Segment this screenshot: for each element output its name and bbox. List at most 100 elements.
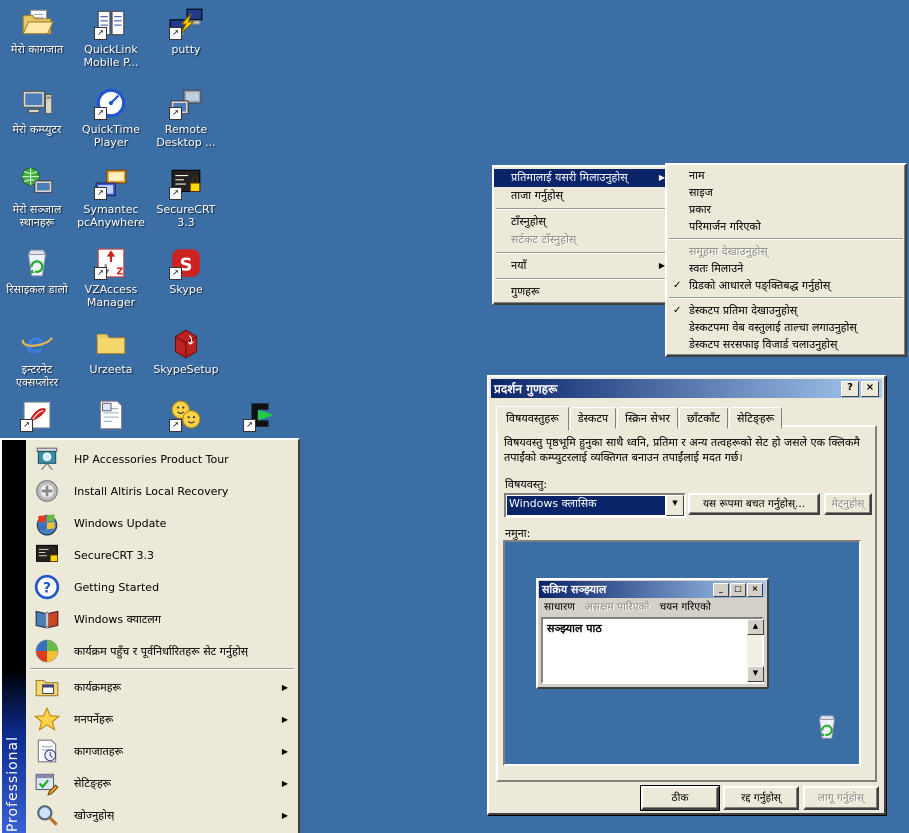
chevron-down-icon[interactable]: ▼ [666, 495, 684, 516]
context-menu-separator [496, 252, 668, 254]
desktop-icon-label: इन्टरनेट एक्सप्लोरर [0, 363, 74, 389]
desktop-icon-label: मेरो सञ्जाल स्थानहरू [0, 203, 74, 229]
desktop-icon-document[interactable] [74, 398, 148, 435]
tab-desktop[interactable]: डेस्कटप [570, 407, 616, 429]
start-menu-banner-text: Professional [5, 736, 21, 832]
start-menu-item-programs[interactable]: कार्यक्रमहरू▶ [28, 671, 296, 703]
desktop-icon-my-computer[interactable]: मेरो कम्प्युटर [0, 86, 74, 136]
desktop-icon-internet-explorer[interactable]: e इन्टरनेट एक्सप्लोरर [0, 326, 74, 389]
save-as-button[interactable]: यस रूपमा बचत गर्नुहोस्... [688, 493, 820, 515]
context-menu-item[interactable]: प्रतिमालाई यसरी मिलाउनुहोस्▶ [494, 169, 670, 187]
start-menu-item-settings[interactable]: सेटिङ्हरू▶ [28, 767, 296, 799]
tab-appearance[interactable]: छाँटकाँट [679, 407, 728, 429]
desktop-icon-acrobat[interactable]: ↗ [0, 398, 74, 435]
scroll-up-icon[interactable]: ▲ [747, 619, 764, 635]
desktop-icon-remote-desktop[interactable]: ↗Remote Desktop ... [149, 86, 223, 149]
getting-started-icon: ? [34, 574, 60, 600]
programs-icon [34, 674, 60, 700]
desktop-icon-skype[interactable]: S↗Skype [149, 246, 223, 296]
context-menu-item[interactable]: ताजा गर्नुहोस् [494, 187, 670, 205]
start-menu-item-windows-update[interactable]: Windows Update [28, 507, 296, 539]
start-menu-item-documents[interactable]: कागजातहरू▶ [28, 735, 296, 767]
context-menu-item[interactable]: गुणहरू [494, 283, 670, 301]
arrange-submenu-item[interactable]: परिमार्जन गरिएको [667, 218, 905, 235]
start-menu-item-securecrt[interactable]: SecureCRT 3.3 [28, 539, 296, 571]
cancel-button[interactable]: रद्द गर्नुहोस् [723, 786, 799, 810]
context-menu-item[interactable]: नयाँ▶ [494, 257, 670, 275]
dialog-titlebar[interactable]: प्रदर्शन गुणहरू ? × [491, 379, 882, 398]
start-menu-item-hp-tour[interactable]: HP Accessories Product Tour [28, 443, 296, 475]
arrange-submenu-item[interactable]: नाम [667, 167, 905, 184]
hp-tour-icon [34, 446, 60, 472]
desktop-icon-quicktime[interactable]: ↗QuickTime Player [74, 86, 148, 149]
sample-label: नमुना: [505, 526, 530, 541]
desktop-icon-putty[interactable]: ↗putty [149, 6, 223, 56]
my-computer-icon [20, 86, 54, 120]
desktop-icon-securecrt[interactable]: ↗SecureCRT 3.3 [149, 166, 223, 229]
close-icon[interactable]: × [861, 381, 879, 397]
arrange-submenu-item[interactable]: ✓डेस्कटप प्रतिमा देखाउनुहोस् [667, 302, 905, 319]
desktop-icon-skypesetup[interactable]: SkypeSetup [149, 326, 223, 376]
desktop-icon-quicklink[interactable]: ↗QuickLink Mobile P... [74, 6, 148, 69]
search-icon [34, 802, 60, 828]
recycle-bin-icon [812, 710, 842, 744]
start-menu: Professional HP Accessories Product Tour… [0, 438, 300, 833]
desktop-icon-label: रिसाइकल डालो [0, 283, 74, 296]
context-menu-item-label: ताजा गर्नुहोस् [511, 189, 563, 202]
scroll-down-icon[interactable]: ▼ [747, 666, 764, 682]
preview-menu-item: असक्षम पारिएको [585, 600, 650, 614]
preview-window-text: सञ्झ्याल पाठ [547, 621, 602, 636]
preview-scrollbar[interactable]: ▲ ▼ [747, 619, 762, 682]
context-menu-separator [496, 208, 668, 210]
checkmark-icon: ✓ [673, 302, 681, 319]
altiris-icon [34, 478, 60, 504]
pcanywhere-icon: ↗ [94, 166, 128, 200]
desktop-icon-vzaccess[interactable]: Z↗VZAccess Manager [74, 246, 148, 309]
arrange-submenu-item[interactable]: स्वतः मिलाउने [667, 260, 905, 277]
desktop-icon-dos-app[interactable]: ↗ [223, 398, 297, 435]
context-menu-item-label: नयाँ [511, 259, 526, 272]
arrange-submenu-item[interactable]: साइज [667, 184, 905, 201]
svg-text:e: e [26, 327, 45, 360]
desktop-icon-label: SecureCRT 3.3 [149, 203, 223, 229]
arrange-submenu-separator [669, 297, 903, 299]
arrange-submenu-item-label: साइज [689, 186, 713, 199]
submenu-arrow-icon: ▶ [282, 683, 288, 692]
desktop-icon-messenger[interactable]: ↗ [149, 398, 223, 435]
desktop-icon-label: Remote Desktop ... [149, 123, 223, 149]
start-menu-item-getting-started[interactable]: ? Getting Started [28, 571, 296, 603]
shortcut-arrow-icon: ↗ [169, 267, 182, 280]
desktop-icon-recycle-bin[interactable]: रिसाइकल डालो [0, 246, 74, 296]
close-icon: × [747, 583, 763, 597]
tab-settings[interactable]: सेटिङ्हरू [729, 407, 782, 429]
start-menu-item-altiris[interactable]: Install Altiris Local Recovery [28, 475, 296, 507]
desktop-icon-network-places[interactable]: मेरो सञ्जाल स्थानहरू [0, 166, 74, 229]
arrange-submenu-separator [669, 238, 903, 240]
start-menu-item-favorites[interactable]: मनपर्नेहरू▶ [28, 703, 296, 735]
start-menu-item-label: Windows Update [74, 517, 166, 530]
arrange-submenu-item[interactable]: डेस्कटप सरसफाइ विजार्ड चलाउनुहोस् [667, 336, 905, 353]
desktop-icon-pcanywhere[interactable]: ↗Symantec pcAnywhere [74, 166, 148, 229]
help-icon[interactable]: ? [841, 381, 859, 397]
start-menu-item-label: Getting Started [74, 581, 159, 594]
start-menu-separator [30, 668, 294, 670]
shortcut-arrow-icon: ↗ [94, 107, 107, 120]
arrange-submenu-item[interactable]: प्रकार [667, 201, 905, 218]
tab-themes[interactable]: विषयवस्तुहरू [496, 406, 569, 431]
context-menu-item[interactable]: टाँस्नुहोस् [494, 213, 670, 231]
start-menu-item-search[interactable]: खोज्नुहोस्▶ [28, 799, 296, 831]
ok-button[interactable]: ठीक [641, 786, 719, 810]
arrange-submenu-item[interactable]: डेस्कटपमा वेब वस्तुलाई ताल्चा लगाउनुहोस् [667, 319, 905, 336]
desktop-icon-my-documents[interactable]: मेरो कागजात [0, 6, 74, 56]
desktop-icon-folder[interactable]: Urzeeta [74, 326, 148, 376]
skype-icon: S↗ [169, 246, 203, 280]
theme-dropdown[interactable]: Windows क्लासिक ▼ [504, 493, 686, 518]
arrange-submenu-item[interactable]: ✓ग्रिडको आधारले पङ्क्तिबद्ध गर्नुहोस् [667, 277, 905, 294]
submenu-arrow-icon: ▶ [282, 747, 288, 756]
arrange-submenu-item-label: डेस्कटप सरसफाइ विजार्ड चलाउनुहोस् [689, 338, 837, 351]
start-menu-item-windows-catalog[interactable]: Windows क्याटलग [28, 603, 296, 635]
start-menu-item-program-access[interactable]: कार्यक्रम पहुँच र पूर्वनिर्धारितहरू सेट … [28, 635, 296, 667]
tab-screensaver[interactable]: स्क्रिन सेभर [617, 407, 678, 429]
preview-menu-item: साधारण [544, 600, 575, 614]
minimize-icon: _ [713, 583, 729, 597]
